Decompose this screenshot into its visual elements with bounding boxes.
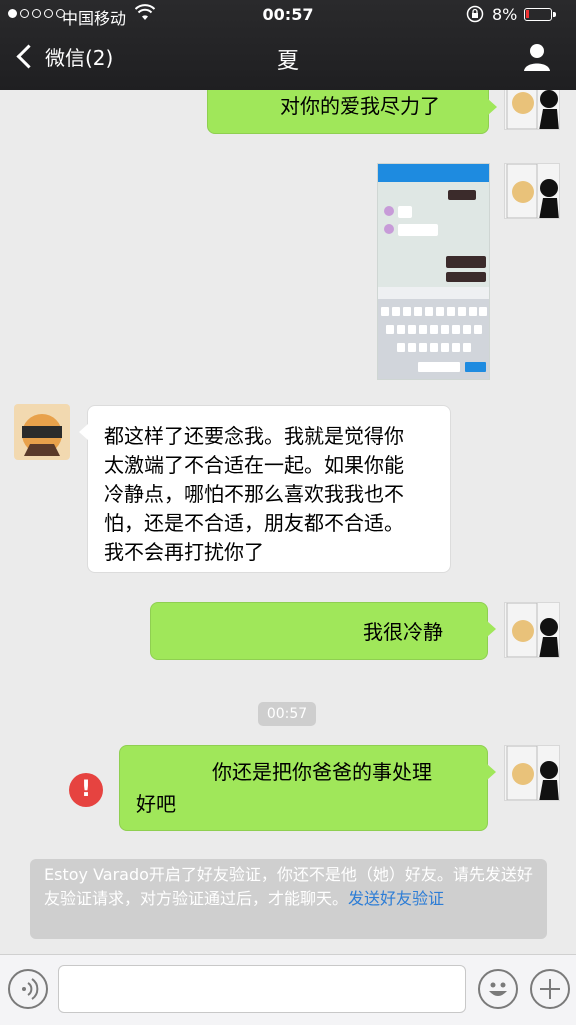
rotation-lock-icon [466,5,484,27]
more-options-button[interactable] [530,969,570,1009]
message-text: 对你的爱我尽力了 [280,94,440,118]
message-bubble-sent[interactable]: 对你的爱我尽力了 [207,90,497,134]
contact-avatar[interactable] [14,404,70,460]
my-avatar[interactable] [504,163,560,219]
message-bubble-received[interactable]: 都这样了还要念我。我就是觉得你 太激端了不合适在一起。如果你能 冷静点，哪怕不那… [79,405,451,573]
smiley-icon [489,982,507,996]
emoji-button[interactable] [478,969,518,1009]
voice-icon [22,978,39,1000]
message-text-line: 好吧 [136,792,176,816]
message-text-line: 都这样了还要念我。我就是觉得你 [104,424,404,448]
contact-profile-button[interactable] [520,40,554,74]
image-message[interactable] [377,163,490,380]
send-verification-link[interactable]: 发送好友验证 [348,889,444,908]
message-text-line: 冷静点，哪怕不那么喜欢我我也不 [104,482,404,506]
message-text-line: 怕，还是不合适，朋友都不合适。 [104,511,404,535]
top-bar: 中国移动 00:57 8% 微信(2) 夏 [0,0,576,90]
message-bubble-sent[interactable]: 我很冷静 [150,602,496,660]
message-input[interactable] [58,965,466,1013]
my-avatar[interactable] [504,602,560,658]
send-failed-icon[interactable]: ! [69,773,103,807]
message-text: 我很冷静 [363,620,443,644]
message-text-line: 太激端了不合适在一起。如果你能 [104,453,404,477]
navigation-bar: 微信(2) 夏 [0,30,576,90]
voice-input-button[interactable] [8,969,48,1009]
status-bar: 中国移动 00:57 8% [0,0,576,30]
message-text-line: 你还是把你爸爸的事处理 [212,760,432,784]
message-text-line: 我不会再打扰你了 [104,540,264,564]
message-bubble-sent[interactable]: 你还是把你爸爸的事处理 好吧 [119,745,496,831]
chat-message-list[interactable]: 对你的爱我尽力了 都这样了还要念我。我就是觉得你 太激端了不合适在一起。如果你能… [0,90,576,954]
plus-icon [540,979,560,999]
my-avatar[interactable] [504,745,560,801]
friend-verification-notice: Estoy Varado开启了好友验证，你还不是他（她）好友。请先发送好友验证请… [30,859,547,939]
keyboard-preview [378,287,489,379]
battery-icon [524,8,556,21]
chat-title: 夏 [276,49,299,74]
notice-text: Estoy Varado开启了好友验证，你还不是他（她）好友。请先发送好友验证请… [44,865,533,908]
status-time: 00:57 [262,5,314,24]
message-timestamp: 00:57 [258,702,316,726]
my-avatar[interactable] [504,90,560,130]
person-icon [524,44,550,71]
input-bar [0,954,576,1025]
image-header [378,164,489,182]
battery-percent: 8% [492,5,518,24]
